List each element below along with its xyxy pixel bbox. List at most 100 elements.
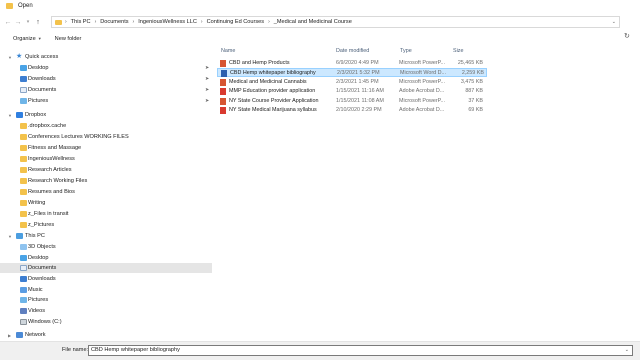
file-name-bar: File name: CBD Hemp whitepaper bibliogra… bbox=[0, 341, 640, 360]
nav-pc-pictures[interactable]: Pictures bbox=[0, 295, 212, 305]
breadcrumb-continuing-ed[interactable]: Continuing Ed Courses bbox=[207, 19, 265, 25]
file-size: 69 KB bbox=[468, 107, 483, 113]
nav-pc-3d-objects[interactable]: 3D Objects bbox=[0, 242, 212, 252]
breadcrumb-medical-course[interactable]: _Medical and Medicinal Course bbox=[274, 19, 352, 25]
file-name-label: File name: bbox=[62, 347, 89, 353]
chevron-down-icon[interactable]: ⌄ bbox=[612, 19, 616, 25]
nav-dropbox-item[interactable]: Fitness and Massage bbox=[0, 143, 212, 153]
breadcrumb-ingeniouswellness[interactable]: IngeniousWellness LLC bbox=[138, 19, 197, 25]
file-date: 2/10/2020 2:29 PM bbox=[336, 107, 382, 113]
nav-pc-documents[interactable]: Documents bbox=[0, 263, 212, 273]
file-name-input[interactable]: CBD Hemp whitepaper bibliography ⌄ bbox=[88, 345, 633, 356]
file-date: 1/15/2021 11:08 AM bbox=[336, 97, 384, 104]
nav-dropbox[interactable]: ▼ Dropbox bbox=[0, 110, 212, 120]
title-bar: Open bbox=[0, 0, 640, 12]
recent-locations-icon[interactable]: ▾ bbox=[23, 17, 33, 27]
column-header-size[interactable]: Size bbox=[453, 48, 464, 54]
window-title: Open bbox=[18, 3, 33, 9]
folder-icon bbox=[20, 156, 27, 162]
nav-quick-access[interactable]: ▼ ★ Quick access bbox=[0, 52, 212, 62]
nav-pc-desktop[interactable]: Desktop bbox=[0, 253, 212, 263]
file-name: MMP Education provider application bbox=[229, 88, 316, 95]
column-header-type[interactable]: Type bbox=[400, 48, 412, 54]
file-size: 887 KB bbox=[465, 88, 483, 95]
chevron-down-icon[interactable]: ▼ bbox=[8, 55, 12, 60]
video-icon bbox=[20, 308, 27, 314]
file-size: 3,475 KB bbox=[460, 78, 483, 85]
download-icon bbox=[20, 76, 27, 82]
file-name: NY State Medical Marijuana syllabus bbox=[229, 107, 317, 113]
powerpoint-file-icon bbox=[220, 97, 226, 105]
pdf-file-icon bbox=[220, 107, 226, 114]
file-type: Microsoft PowerP... bbox=[399, 60, 446, 66]
folder-icon bbox=[20, 145, 27, 151]
new-folder-button[interactable]: New folder bbox=[55, 36, 82, 42]
up-arrow-icon[interactable]: ↑ bbox=[33, 17, 43, 27]
pictures-icon bbox=[20, 98, 27, 104]
chevron-down-icon[interactable]: ▼ bbox=[8, 234, 12, 239]
back-arrow-icon[interactable]: ← bbox=[3, 17, 13, 27]
breadcrumb-this-pc[interactable]: This PC bbox=[71, 19, 91, 25]
column-header-name[interactable]: Name bbox=[221, 48, 235, 54]
nav-quick-documents[interactable]: Documents ➤ bbox=[0, 85, 212, 95]
nav-pc-downloads[interactable]: Downloads bbox=[0, 274, 212, 284]
chevron-right-icon[interactable]: ▶ bbox=[8, 333, 11, 338]
file-row[interactable]: Medical and Medicinal Cannabis 2/3/2021 1… bbox=[217, 78, 487, 87]
file-name: Medical and Medicinal Cannabis bbox=[229, 78, 307, 85]
nav-quick-desktop[interactable]: Desktop ➤ bbox=[0, 63, 212, 73]
file-date: 6/9/2020 4:49 PM bbox=[336, 60, 379, 66]
address-bar[interactable]: › This PC › Documents › IngeniousWellnes… bbox=[51, 16, 620, 28]
nav-quick-downloads[interactable]: Downloads ➤ bbox=[0, 74, 212, 84]
file-name: NY State Course Provider Application bbox=[229, 97, 319, 104]
file-type: Microsoft Word D... bbox=[400, 70, 447, 77]
nav-pc-music[interactable]: Music bbox=[0, 285, 212, 295]
network-icon bbox=[16, 332, 23, 338]
music-icon bbox=[20, 287, 27, 293]
nav-quick-pictures[interactable]: Pictures ➤ bbox=[0, 96, 212, 106]
nav-network[interactable]: ▶ Network bbox=[0, 330, 212, 340]
file-row[interactable]: NY State Medical Marijuana syllabus 2/10/… bbox=[217, 106, 487, 115]
breadcrumb-documents[interactable]: Documents bbox=[100, 19, 128, 25]
nav-dropbox-item[interactable]: Research Articles bbox=[0, 165, 212, 175]
powerpoint-file-icon bbox=[220, 78, 226, 86]
file-date: 1/15/2021 11:16 AM bbox=[336, 88, 384, 95]
folder-icon bbox=[20, 200, 27, 206]
computer-icon bbox=[16, 233, 23, 239]
star-icon: ★ bbox=[16, 53, 23, 60]
file-date: 2/3/2021 1:45 PM bbox=[336, 78, 379, 85]
folder-icon bbox=[20, 189, 27, 195]
file-row[interactable]: CBD Hemp whitepaper bibliography 2/3/2021… bbox=[217, 68, 487, 78]
word-file-icon bbox=[221, 70, 227, 78]
nav-pc-drive-c[interactable]: Windows (C:) bbox=[0, 317, 212, 327]
nav-dropbox-item[interactable]: Writing bbox=[0, 198, 212, 208]
nav-dropbox-item[interactable]: Research Working Files bbox=[0, 176, 212, 186]
nav-dropbox-item[interactable]: z_Pictures bbox=[0, 220, 212, 230]
folder-icon bbox=[55, 19, 62, 25]
file-size: 2,259 KB bbox=[461, 70, 484, 77]
pin-icon: ➤ bbox=[205, 65, 210, 71]
file-size: 37 KB bbox=[468, 97, 483, 104]
file-row[interactable]: MMP Education provider application 1/15/2… bbox=[217, 87, 487, 96]
pin-icon: ➤ bbox=[205, 87, 210, 93]
nav-dropbox-item[interactable]: z_Files in transit bbox=[0, 209, 212, 219]
organize-button[interactable]: Organize ▼ bbox=[13, 36, 42, 42]
file-type: Adobe Acrobat D... bbox=[399, 107, 445, 113]
column-header-date[interactable]: Date modified bbox=[336, 48, 369, 54]
nav-dropbox-item[interactable]: .dropbox.cache bbox=[0, 121, 212, 131]
file-row[interactable]: NY State Course Provider Application 1/15… bbox=[217, 97, 487, 106]
chevron-down-icon[interactable]: ⌄ bbox=[625, 346, 629, 355]
nav-pc-videos[interactable]: Videos bbox=[0, 306, 212, 316]
nav-this-pc[interactable]: ▼ This PC bbox=[0, 231, 212, 241]
toolbar: Organize ▼ New folder bbox=[0, 33, 640, 45]
nav-dropbox-item[interactable]: Conferences Lectures WORKING FILES bbox=[0, 132, 212, 142]
nav-dropbox-item[interactable]: IngeniousWellness bbox=[0, 154, 212, 164]
folder-icon bbox=[20, 123, 27, 129]
nav-dropbox-item[interactable]: Resumes and Bios bbox=[0, 187, 212, 197]
pictures-icon bbox=[20, 297, 27, 303]
file-name: CBD and Hemp Products bbox=[229, 60, 290, 66]
folder-icon bbox=[20, 211, 27, 217]
desktop-icon bbox=[20, 255, 27, 261]
forward-arrow-icon[interactable]: → bbox=[13, 17, 23, 27]
file-row[interactable]: CBD and Hemp Products 6/9/2020 4:49 PM Mic… bbox=[217, 59, 487, 68]
chevron-down-icon[interactable]: ▼ bbox=[8, 113, 12, 118]
